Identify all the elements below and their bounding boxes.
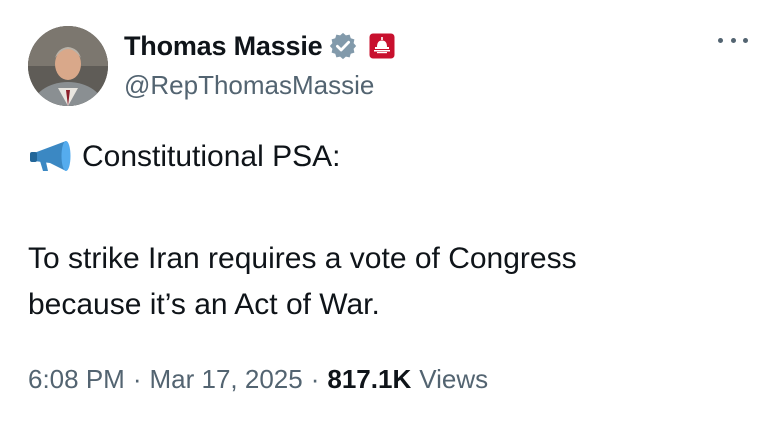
more-options-icon[interactable] xyxy=(718,30,748,50)
views-label: Views xyxy=(419,364,489,394)
author-handle[interactable]: @RepThomasMassie xyxy=(124,70,374,101)
author-name-row: Thomas Massie xyxy=(124,26,396,66)
views-count[interactable]: 817.1K xyxy=(327,364,411,395)
tweet-body-line: because it’s an Act of War. xyxy=(28,288,380,321)
headline-text: Constitutional PSA: xyxy=(82,140,341,173)
tweet-body-line: To strike Iran requires a vote of Congre… xyxy=(28,242,577,275)
display-name[interactable]: Thomas Massie xyxy=(124,31,323,62)
tweet-meta: 6:08 PM · Mar 17, 2025 · 817.1K Views xyxy=(28,364,488,395)
megaphone-emoji-icon xyxy=(28,141,72,173)
meta-separator: · xyxy=(132,364,142,394)
more-dot xyxy=(718,37,723,43)
tweet-time[interactable]: 6:08 PM xyxy=(28,364,125,395)
avatar[interactable] xyxy=(28,26,108,106)
avatar-photo xyxy=(28,26,108,106)
more-dot xyxy=(743,37,748,43)
capitol-dome-badge-icon[interactable] xyxy=(368,32,396,60)
tweet-date[interactable]: Mar 17, 2025 xyxy=(150,364,303,395)
more-dot xyxy=(730,37,736,43)
meta-separator: · xyxy=(310,364,320,394)
verified-badge-icon[interactable] xyxy=(328,31,358,61)
tweet-body: To strike Iran requires a vote of Congre… xyxy=(28,236,748,328)
tweet-headline: Constitutional PSA: xyxy=(28,140,340,174)
